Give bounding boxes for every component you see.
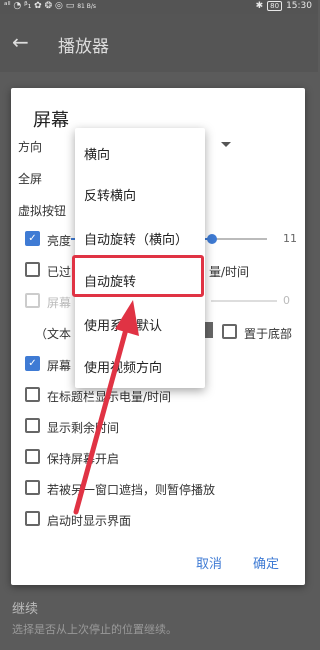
annotation-arrow-icon <box>73 300 139 515</box>
